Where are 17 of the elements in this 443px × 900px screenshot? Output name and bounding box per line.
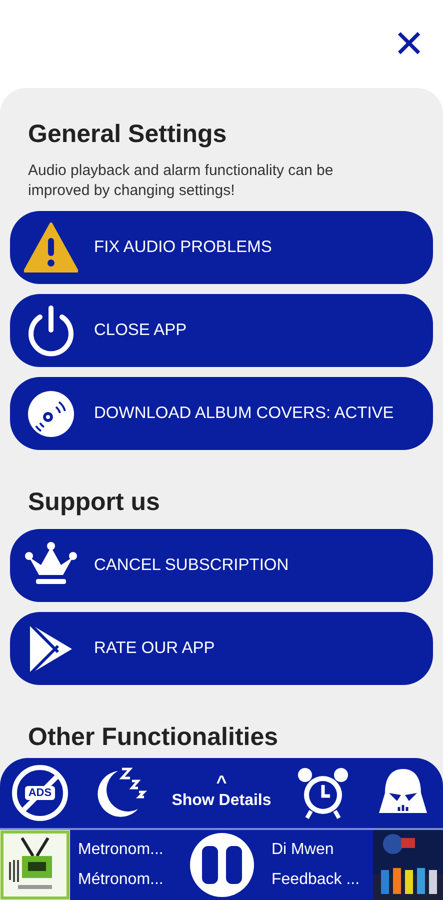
track-title: Feedback ... [272, 871, 361, 889]
settings-button[interactable]: CLOSE APP [10, 294, 433, 367]
section-title: Other Functionalities [28, 723, 280, 752]
close-button[interactable]: ✕ [389, 25, 429, 63]
settings-button[interactable]: RATE OUR APP [10, 612, 433, 685]
warning-icon [24, 220, 78, 274]
station-name: Métronom... [78, 871, 164, 889]
show-details-button[interactable]: ^ Show Details [172, 776, 272, 810]
station-name: Metronom... [78, 841, 164, 859]
no-ads-button[interactable]: ADS [12, 765, 68, 821]
track-title: Di Mwen [272, 841, 335, 859]
settings-button[interactable]: FIX AUDIO PROBLEMS [10, 211, 433, 284]
section-title: General Settings [28, 120, 228, 149]
section-description: Audio playback and alarm functionality can be improved by changing settings! [28, 161, 334, 201]
settings-button[interactable]: DOWNLOAD ALBUM COVERS: ACTIVE [10, 377, 433, 450]
settings-button[interactable]: CANCEL SUBSCRIPTION [10, 529, 433, 602]
section-title: Support us [28, 488, 161, 517]
